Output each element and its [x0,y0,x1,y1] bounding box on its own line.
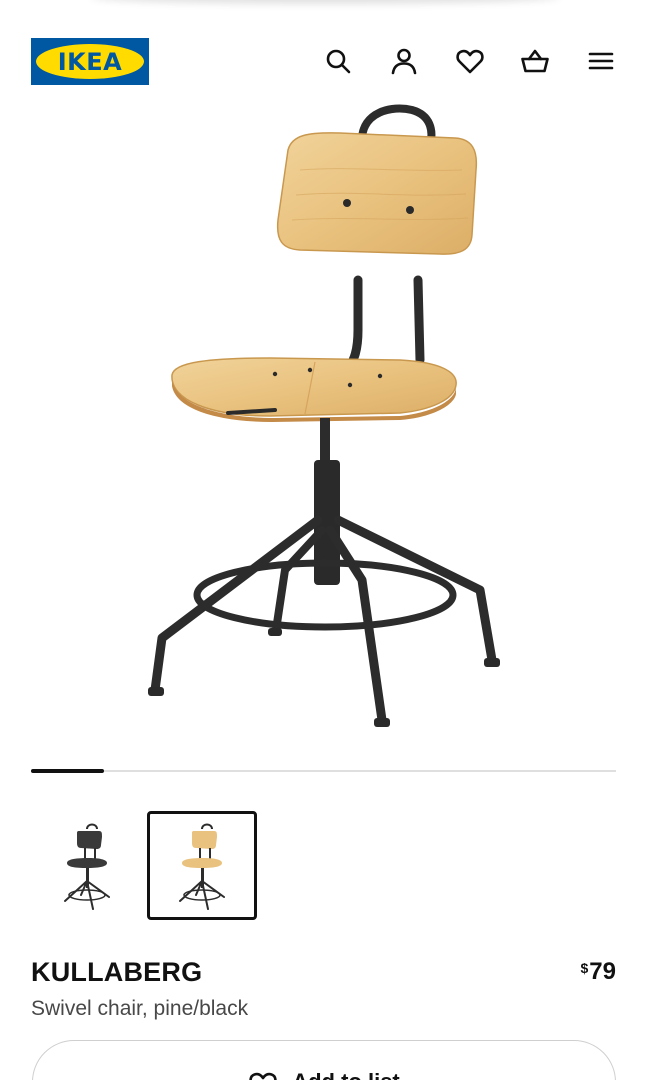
favourites-button[interactable] [453,44,487,78]
ikea-logo[interactable]: IKEA [31,38,149,85]
thumbnail-chair-pine-black[interactable] [147,811,257,920]
pine-chair-thumbnail-image [179,823,225,910]
site-header: IKEA [0,0,648,110]
thumbnail-chair-black[interactable] [32,811,142,920]
menu-button[interactable] [584,44,618,78]
basket-icon [521,49,549,73]
heart-icon [249,1072,277,1080]
product-price: $ 79 [581,958,617,986]
price-amount: 79 [589,958,616,985]
product-description: Swivel chair, pine/black [31,997,249,1020]
search-button[interactable] [321,44,355,78]
heart-icon [456,49,484,74]
black-chair-thumbnail-image [64,823,110,910]
logo-oval: IKEA [36,44,144,79]
account-button[interactable] [387,44,421,78]
user-icon [391,48,417,75]
swivel-chair-image [148,104,500,727]
search-icon [326,49,351,74]
menu-icon [588,52,614,70]
add-to-list-button[interactable]: Add to list [32,1040,616,1080]
product-name: KULLABERG [31,957,203,987]
basket-button[interactable] [518,44,552,78]
gallery-progress-indicator [31,769,104,773]
gallery-progress-track [31,770,616,772]
add-to-list-label: Add to list [292,1069,400,1080]
product-main-image[interactable] [100,100,548,745]
price-currency: $ [580,960,589,976]
logo-text: IKEA [57,47,123,76]
